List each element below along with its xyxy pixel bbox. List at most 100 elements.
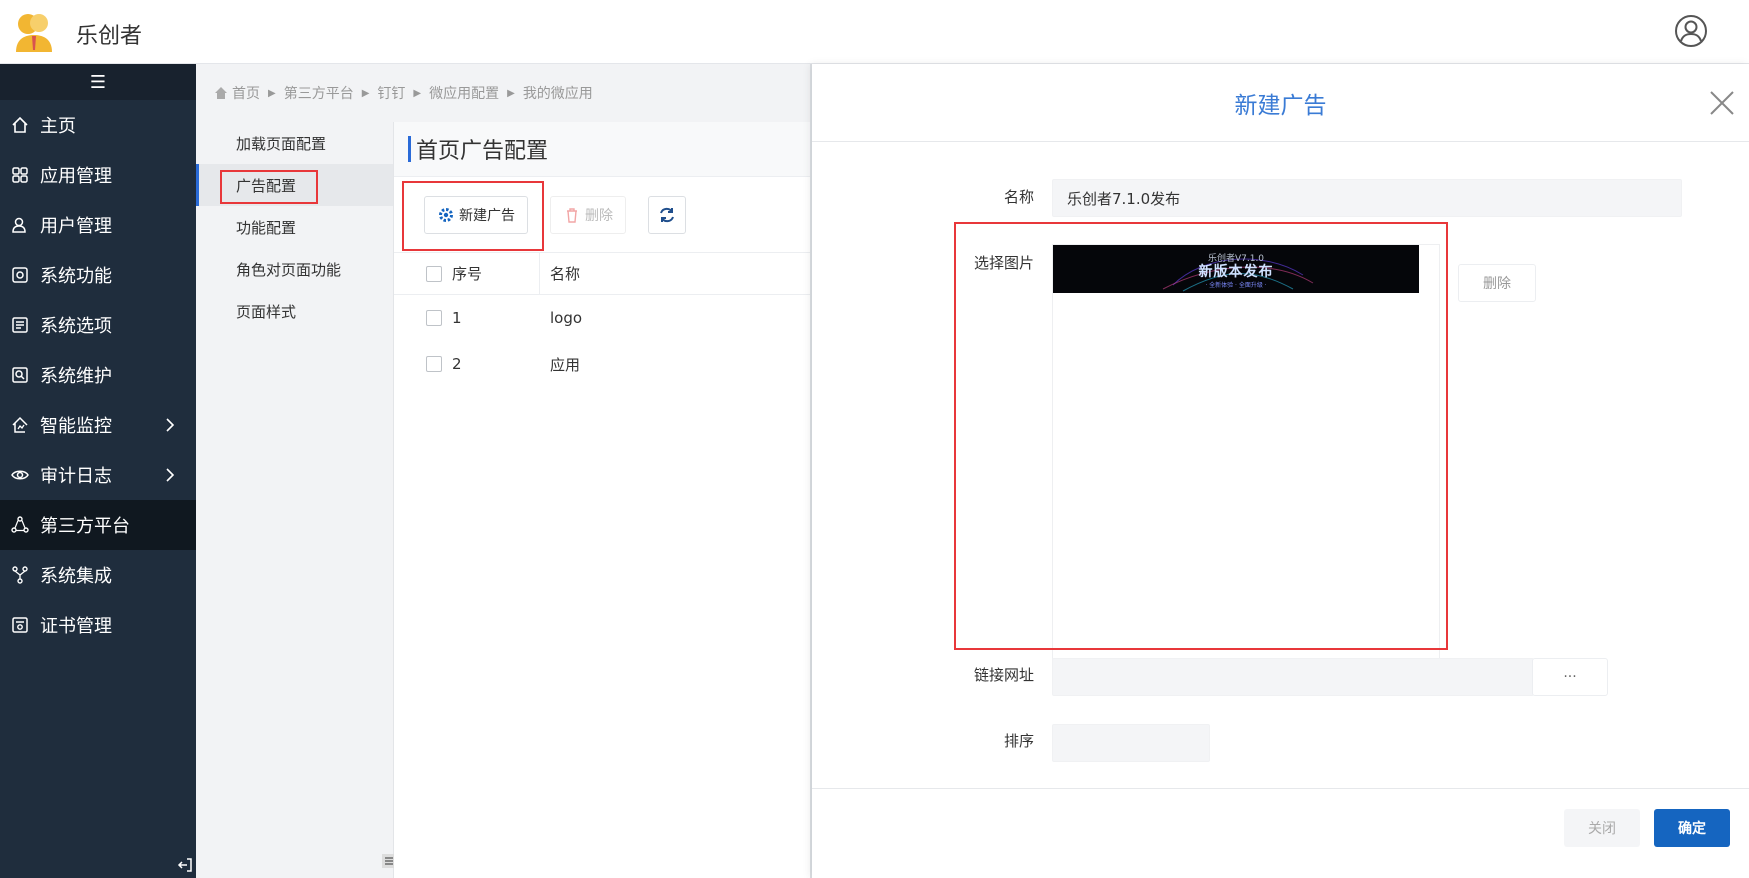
breadcrumb: 首页 ▶ 第三方平台 ▶ 钉钉 ▶ 微应用配置 ▶ 我的微应用 — [196, 64, 810, 122]
breadcrumb-item[interactable]: 首页 — [232, 83, 260, 103]
submenu-item-role-page-function[interactable]: 角色对页面功能 — [196, 248, 393, 290]
row-seq: 2 — [452, 355, 462, 373]
table-header: 序号 名称 — [394, 253, 810, 295]
row-name: 应用 — [550, 355, 581, 374]
sidebar-item-label: 系统集成 — [40, 566, 112, 587]
sidebar-item-label: 智能监控 — [40, 416, 112, 437]
sidebar-item-app-management[interactable]: 应用管理 — [0, 150, 196, 200]
refresh-button[interactable] — [648, 195, 686, 234]
drawer-title: 新建广告 — [1234, 92, 1327, 119]
sidebar-item-user-management[interactable]: 用户管理 — [0, 200, 196, 250]
image-label: 选择图片 — [973, 254, 1034, 272]
new-ad-label: 新建广告 — [459, 207, 515, 224]
row-name: logo — [550, 309, 583, 327]
app-title: 乐创者 — [76, 24, 143, 49]
close-button[interactable]: 关闭 — [1564, 809, 1640, 847]
logo-icon — [16, 14, 52, 52]
row-seq: 1 — [452, 309, 462, 327]
row-checkbox[interactable] — [426, 356, 442, 372]
options-list-icon — [12, 317, 28, 333]
order-input[interactable] — [1052, 724, 1210, 762]
integration-icon — [12, 566, 28, 584]
select-all-checkbox[interactable] — [426, 265, 442, 282]
sidebar-item-label: 第三方平台 — [40, 516, 130, 537]
content-title: 首页广告配置 — [394, 122, 810, 177]
user-avatar-icon[interactable] — [1674, 14, 1708, 48]
breadcrumb-item[interactable]: 我的微应用 — [523, 83, 593, 103]
certificate-icon — [12, 617, 28, 633]
sidebar-item-label: 系统选项 — [40, 316, 112, 337]
name-input[interactable]: 乐创者7.1.0发布 — [1052, 179, 1682, 217]
sidebar-item-system-maintenance[interactable]: 系统维护 — [0, 350, 196, 400]
sidebar-item-label: 应用管理 — [40, 166, 112, 187]
sidebar-item-audit-log[interactable]: 审计日志 — [0, 450, 196, 500]
apps-grid-icon — [12, 167, 28, 183]
drawer-header: 新建广告 — [812, 64, 1749, 142]
collapse-sidebar-icon[interactable] — [176, 856, 194, 874]
breadcrumb-item[interactable]: 钉钉 — [377, 83, 405, 103]
monitor-icon — [12, 416, 28, 433]
column-header-seq: 序号 — [452, 253, 540, 294]
eye-icon — [11, 470, 29, 480]
delete-label: 删除 — [585, 207, 613, 224]
content-title-text: 首页广告配置 — [416, 139, 549, 164]
breadcrumb-separator-icon: ▶ — [507, 87, 515, 99]
link-label: 链接网址 — [973, 666, 1034, 684]
confirm-button[interactable]: 确定 — [1654, 809, 1730, 847]
table-row[interactable]: 2 应用 — [394, 341, 810, 387]
name-label: 名称 — [1003, 188, 1034, 206]
users-icon — [12, 217, 26, 233]
column-header-name: 名称 — [550, 265, 581, 283]
new-ad-drawer: 新建广告 名称 乐创者7.1.0发布 选择图片 乐创者V7.1.0 新版本发布 … — [812, 64, 1749, 878]
sidebar-item-label: 用户管理 — [40, 216, 112, 237]
banner-image: 乐创者V7.1.0 新版本发布 · 全新体验 · 全面升级 · — [1053, 245, 1419, 293]
link-picker-button[interactable]: ··· — [1532, 658, 1608, 696]
link-input[interactable] — [1052, 658, 1534, 696]
sidebar-item-label: 系统维护 — [40, 366, 112, 387]
breadcrumb-separator-icon: ▶ — [361, 87, 370, 99]
third-party-icon — [11, 516, 29, 533]
close-icon[interactable] — [1707, 88, 1737, 118]
sidebar-item-third-party-platform[interactable]: 第三方平台 — [0, 500, 196, 550]
sidebar: ☰ 主页 应用管理 用户管理 系统功能 系统选项 系统维护 智能监控 审计日志 … — [0, 64, 196, 878]
submenu-item-function-config[interactable]: 功能配置 — [196, 206, 393, 248]
system-function-icon — [12, 267, 28, 283]
sidebar-toggle-button[interactable]: ☰ — [0, 64, 196, 100]
sidebar-item-label: 证书管理 — [40, 616, 112, 637]
submenu-item-page-style[interactable]: 页面样式 — [196, 290, 393, 332]
image-delete-button[interactable]: 删除 — [1458, 264, 1536, 302]
banner-sub-text: · 全新体验 · 全面升级 · — [1205, 282, 1267, 289]
top-header: 乐创者 — [0, 0, 1749, 64]
trash-icon — [567, 207, 577, 223]
content-panel: 首页广告配置 新建广告 删除 序号 名称 1 logo 2 应用 — [394, 122, 810, 878]
row-checkbox[interactable] — [426, 310, 442, 326]
banner-main-text: 新版本发布 — [1198, 264, 1274, 280]
sidebar-item-system-function[interactable]: 系统功能 — [0, 250, 196, 300]
home-icon — [215, 87, 227, 99]
sidebar-item-smart-monitor[interactable]: 智能监控 — [0, 400, 196, 450]
breadcrumb-separator-icon: ▶ — [268, 87, 276, 99]
breadcrumb-item[interactable]: 微应用配置 — [429, 83, 499, 103]
gear-icon — [439, 207, 453, 222]
sidebar-item-home[interactable]: 主页 — [0, 100, 196, 150]
new-ad-button[interactable]: 新建广告 — [424, 195, 528, 234]
table-row[interactable]: 1 logo — [394, 295, 810, 341]
submenu-item-load-page-config[interactable]: 加载页面配置 — [196, 122, 393, 164]
sidebar-item-certificate-management[interactable]: 证书管理 — [0, 600, 196, 650]
toolbar: 新建广告 删除 — [394, 177, 810, 253]
refresh-icon — [660, 207, 674, 222]
maintenance-icon — [12, 367, 28, 383]
breadcrumb-item[interactable]: 第三方平台 — [284, 83, 354, 103]
image-picker[interactable]: 乐创者V7.1.0 新版本发布 · 全新体验 · 全面升级 · — [1052, 244, 1440, 694]
order-label: 排序 — [1003, 732, 1034, 750]
home-icon — [12, 116, 28, 133]
sidebar-item-system-integration[interactable]: 系统集成 — [0, 550, 196, 600]
delete-button[interactable]: 删除 — [550, 195, 626, 234]
sidebar-item-label: 主页 — [40, 116, 76, 137]
chevron-right-icon — [166, 468, 175, 482]
config-submenu: 加载页面配置 广告配置 功能配置 角色对页面功能 页面样式 — [196, 122, 394, 878]
chevron-right-icon — [166, 418, 175, 432]
sidebar-item-label: 审计日志 — [40, 466, 112, 487]
sidebar-item-system-options[interactable]: 系统选项 — [0, 300, 196, 350]
submenu-item-ad-config[interactable]: 广告配置 — [196, 164, 393, 206]
